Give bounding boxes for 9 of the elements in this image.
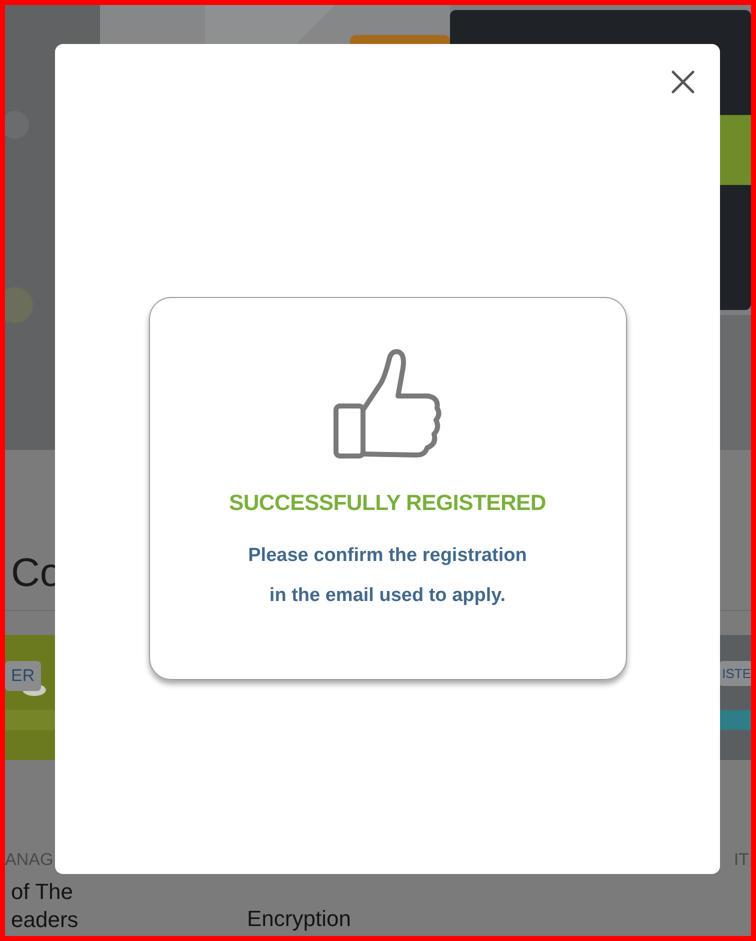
thumbs-up-icon — [332, 348, 442, 460]
card-title: Encryption — [247, 905, 351, 933]
card-title: of The — [11, 878, 73, 906]
badge: ISTE — [719, 661, 751, 686]
card-title: eaders — [11, 906, 78, 934]
confirmation-message: Please confirm the registration in the email used to apply. — [248, 544, 527, 608]
close-icon[interactable] — [671, 70, 695, 94]
success-title: SUCCESSFULLY REGISTERED — [228, 490, 546, 516]
badge: ER — [5, 661, 41, 691]
